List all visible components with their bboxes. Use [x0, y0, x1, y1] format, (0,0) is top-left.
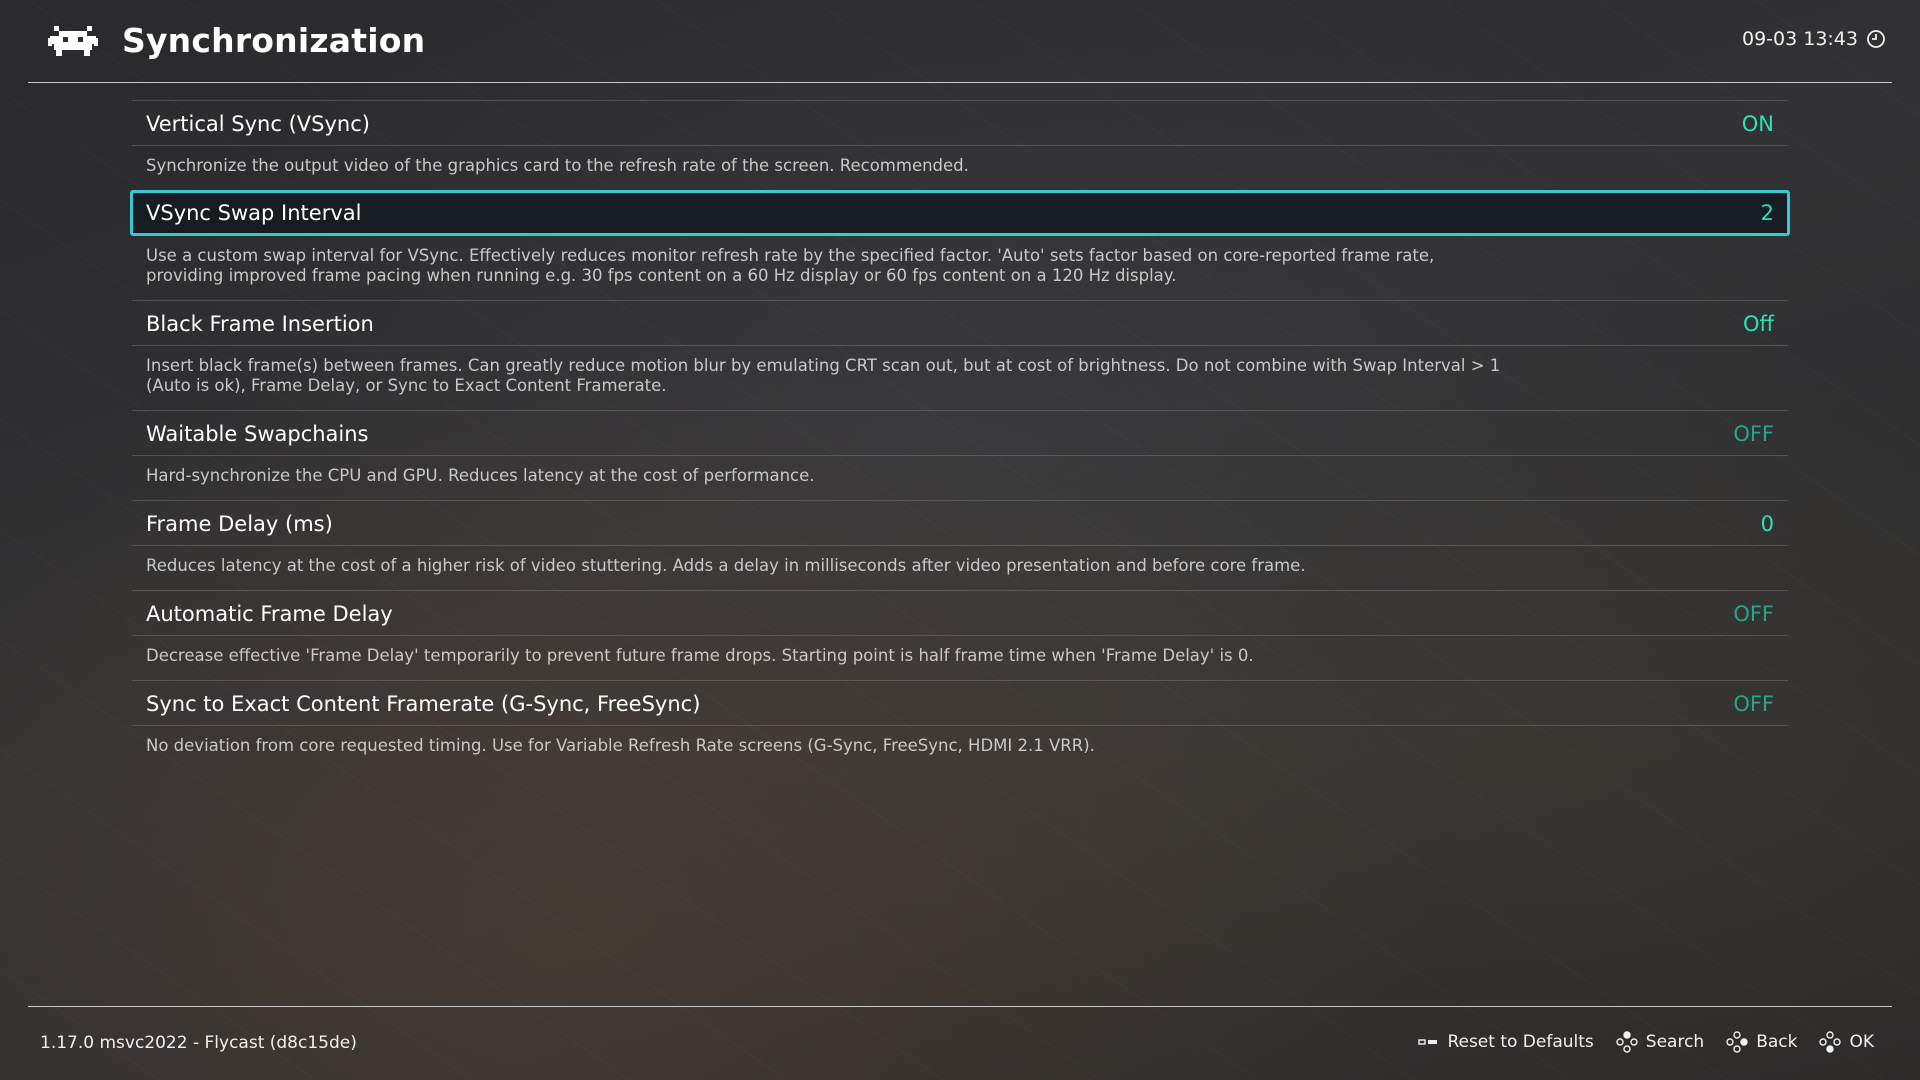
setting-vertical-sync: Vertical Sync (VSync) ON Synchronize the… — [132, 100, 1788, 190]
footer-bar: 1.17.0 msvc2022 - Flycast (d8c15de) Rese… — [28, 1006, 1892, 1080]
setting-description: Insert black frame(s) between frames. Ca… — [132, 346, 1612, 410]
description-line: Insert black frame(s) between frames. Ca… — [146, 356, 1501, 375]
search-button[interactable]: Search — [1616, 1031, 1704, 1053]
description-line: Reduces latency at the cost of a higher … — [146, 556, 1306, 575]
setting-label: Black Frame Insertion — [146, 312, 374, 336]
ok-label: OK — [1849, 1032, 1874, 1052]
setting-value: ON — [1741, 112, 1774, 136]
footer-actions: Reset to Defaults Search Back OK — [1417, 1031, 1874, 1053]
setting-row-selected[interactable]: VSync Swap Interval 2 — [130, 190, 1790, 236]
setting-waitable-swapchains: Waitable Swapchains OFF Hard-synchronize… — [132, 410, 1788, 500]
setting-value: Off — [1743, 312, 1774, 336]
datetime-text: 09-03 13:43 — [1741, 28, 1858, 50]
setting-frame-delay: Frame Delay (ms) 0 Reduces latency at th… — [132, 500, 1788, 590]
reset-to-defaults-label: Reset to Defaults — [1447, 1032, 1594, 1052]
setting-value: OFF — [1733, 692, 1774, 716]
retroarch-invader-icon — [48, 26, 98, 56]
description-line: Use a custom swap interval for VSync. Ef… — [146, 246, 1435, 265]
setting-label: Vertical Sync (VSync) — [146, 112, 370, 136]
setting-description: Synchronize the output video of the grap… — [132, 146, 1612, 190]
setting-description: No deviation from core requested timing.… — [132, 726, 1612, 770]
back-button[interactable]: Back — [1726, 1031, 1797, 1053]
setting-label: Waitable Swapchains — [146, 422, 369, 446]
header-bar: Synchronization 09-03 13:43 — [28, 0, 1892, 83]
setting-value: OFF — [1733, 422, 1774, 446]
back-label: Back — [1756, 1032, 1798, 1052]
setting-description: Hard-synchronize the CPU and GPU. Reduce… — [132, 456, 1612, 500]
page-title: Synchronization — [122, 21, 426, 60]
gamepad-face-buttons-icon — [1616, 1031, 1638, 1053]
description-line: No deviation from core requested timing.… — [146, 736, 1095, 755]
setting-description: Use a custom swap interval for VSync. Ef… — [132, 236, 1612, 300]
version-info: 1.17.0 msvc2022 - Flycast (d8c15de) — [40, 1033, 357, 1053]
gamepad-face-buttons-icon — [1726, 1031, 1748, 1053]
setting-value: OFF — [1733, 602, 1774, 626]
setting-vsync-swap-interval: VSync Swap Interval 2 Use a custom swap … — [130, 190, 1790, 300]
setting-row[interactable]: Vertical Sync (VSync) ON — [132, 100, 1788, 146]
setting-label: Automatic Frame Delay — [146, 602, 393, 626]
select-button-icon — [1418, 1039, 1438, 1045]
setting-black-frame-insertion: Black Frame Insertion Off Insert black f… — [132, 300, 1788, 410]
description-line: (Auto is ok), Frame Delay, or Sync to Ex… — [146, 376, 667, 395]
description-line: Decrease effective 'Frame Delay' tempora… — [146, 646, 1254, 665]
setting-row[interactable]: Waitable Swapchains OFF — [132, 410, 1788, 456]
setting-row[interactable]: Sync to Exact Content Framerate (G-Sync,… — [132, 680, 1788, 726]
description-line: providing improved frame pacing when run… — [146, 266, 1177, 285]
search-label: Search — [1645, 1032, 1705, 1052]
setting-description: Reduces latency at the cost of a higher … — [132, 546, 1612, 590]
setting-label: Frame Delay (ms) — [146, 512, 333, 536]
reset-to-defaults-button[interactable]: Reset to Defaults — [1417, 1031, 1594, 1053]
description-line: Hard-synchronize the CPU and GPU. Reduce… — [146, 466, 815, 485]
description-line: Synchronize the output video of the grap… — [146, 156, 969, 175]
setting-label: VSync Swap Interval — [146, 201, 362, 225]
setting-sync-exact-framerate: Sync to Exact Content Framerate (G-Sync,… — [132, 680, 1788, 770]
gamepad-face-buttons-icon — [1819, 1031, 1842, 1053]
settings-list: Vertical Sync (VSync) ON Synchronize the… — [130, 100, 1790, 770]
ok-button[interactable]: OK — [1819, 1031, 1874, 1053]
setting-label: Sync to Exact Content Framerate (G-Sync,… — [146, 692, 701, 716]
clock: 09-03 13:43 — [1742, 28, 1886, 50]
clock-icon — [1867, 30, 1885, 48]
setting-row[interactable]: Black Frame Insertion Off — [132, 300, 1788, 346]
setting-value: 0 — [1760, 512, 1774, 536]
setting-automatic-frame-delay: Automatic Frame Delay OFF Decrease effec… — [132, 590, 1788, 680]
setting-row[interactable]: Automatic Frame Delay OFF — [132, 590, 1788, 636]
setting-row[interactable]: Frame Delay (ms) 0 — [132, 500, 1788, 546]
setting-description: Decrease effective 'Frame Delay' tempora… — [132, 636, 1612, 680]
setting-value: 2 — [1760, 201, 1774, 225]
